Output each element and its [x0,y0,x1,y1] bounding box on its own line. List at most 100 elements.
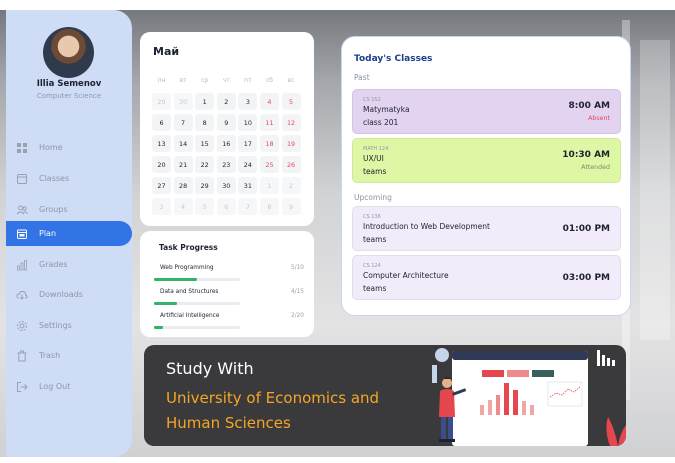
calendar-day[interactable]: 4 [259,93,279,110]
class-code: CS 124 [363,263,381,269]
class-name: Matymatyka [363,105,410,114]
class-room: class 201 [363,118,399,127]
class-name: Introduction to Web Development [363,222,490,231]
calendar-day[interactable]: 13 [152,135,171,152]
task-count: 5/10 [290,265,304,271]
attendance-status: Attended [581,164,610,171]
calendar-month: Май [153,45,180,58]
class-time: 03:00 PM [562,273,610,283]
calendar-week: 6 7 8 9 10 11 12 [152,112,304,133]
gear-icon [16,320,28,332]
logout-icon [16,381,28,393]
sidebar-item-plan[interactable]: Plan [6,221,132,246]
calendar-day[interactable]: 19 [281,135,301,152]
calendar-day[interactable]: 29 [195,177,215,194]
calendar-day[interactable]: 10 [238,114,258,131]
sidebar-item-label: Settings [39,321,72,330]
calendar-day[interactable]: 4 [173,198,193,215]
task-item[interactable]: Web Programming 5/10 [154,265,304,287]
task-item[interactable]: Artificial Intelligence 2/20 [154,313,304,335]
calendar-day[interactable]: 8 [195,114,215,131]
sidebar-item-trash[interactable]: Trash [6,343,132,368]
task-name: Data and Structures [160,289,219,295]
task-progress: Task Progress Web Programming 5/10 Data … [140,231,314,337]
class-time: 01:00 PM [562,224,610,234]
calendar-day[interactable]: 1 [195,93,215,110]
calendar-day[interactable]: 3 [152,198,171,215]
class-card[interactable]: CS 124 Computer Architecture teams 03:00… [352,255,621,300]
sidebar-item-logout[interactable]: Log Out [6,374,132,399]
task-progress-title: Task Progress [159,243,218,252]
calendar-day[interactable]: 12 [281,114,301,131]
calendar-day[interactable]: 25 [259,156,279,173]
calendar-day[interactable]: 30 [216,177,236,194]
calendar-weekday-row: пн вт ср чт пт сб вс [152,70,304,91]
sidebar-item-classes[interactable]: Classes [6,166,132,191]
sidebar-item-downloads[interactable]: Downloads [6,282,132,307]
user-name: Illia Semenov [36,79,102,89]
class-card[interactable]: MATH 124 UX/UI teams 10:30 AM Attended [352,138,621,183]
calendar: Май пн вт ср чт пт сб вс 29 30 1 2 3 4 5… [140,32,314,226]
calendar-day[interactable]: 26 [281,156,301,173]
calendar-day[interactable]: 28 [173,177,193,194]
calendar-day[interactable]: 1 [259,177,279,194]
weekday-label: вт [179,77,187,84]
sidebar-item-grades[interactable]: Grades [6,252,132,277]
calendar-day[interactable]: 2 [216,93,236,110]
calendar-week: 29 30 1 2 3 4 5 [152,91,304,112]
task-progress-fill [154,278,197,281]
calendar-week: 20 21 22 23 24 25 26 [152,154,304,175]
calendar-day[interactable]: 2 [281,177,301,194]
calendar-day[interactable]: 17 [238,135,258,152]
task-progress-bar [154,326,240,329]
calendar-day[interactable]: 30 [173,93,193,110]
calendar-day[interactable]: 9 [281,198,301,215]
book-icon [16,173,28,185]
calendar-day[interactable]: 31 [238,177,258,194]
calendar-day[interactable]: 18 [259,135,279,152]
sidebar-item-label: Trash [39,351,61,360]
calendar-day[interactable]: 7 [238,198,258,215]
todays-classes-title: Today's Classes [354,54,433,64]
calendar-day[interactable]: 15 [195,135,215,152]
task-name: Web Programming [160,265,214,271]
calendar-day[interactable]: 16 [216,135,236,152]
todays-classes: Today's Classes Past CS 152 Matymatyka c… [341,36,631,316]
class-card[interactable]: CS 136 Introduction to Web Development t… [352,206,621,251]
calendar-day[interactable]: 6 [216,198,236,215]
task-progress-fill [154,302,178,305]
sidebar-item-label: Groups [39,205,68,214]
analytics-illustration [432,348,626,446]
calendar-day[interactable]: 23 [216,156,236,173]
users-icon [16,204,28,216]
calendar-day[interactable]: 20 [152,156,171,173]
calendar-day[interactable]: 14 [173,135,193,152]
calendar-day[interactable]: 24 [238,156,258,173]
task-item[interactable]: Data and Structures 4/15 [154,289,304,311]
sidebar-item-home[interactable]: Home [6,135,132,160]
calendar-day[interactable]: 6 [152,114,171,131]
sidebar-item-groups[interactable]: Groups [6,197,132,222]
calendar-day[interactable]: 7 [173,114,193,131]
calendar-day[interactable]: 22 [195,156,215,173]
weekday-label: вс [287,77,295,84]
calendar-day[interactable]: 5 [195,198,215,215]
calendar-day[interactable]: 9 [216,114,236,131]
calendar-day[interactable]: 11 [259,114,279,131]
class-card[interactable]: CS 152 Matymatyka class 201 8:00 AM Abse… [352,89,621,134]
calendar-day[interactable]: 5 [281,93,301,110]
trash-icon [16,350,28,362]
calendar-day[interactable]: 27 [152,177,171,194]
calendar-day[interactable]: 21 [173,156,193,173]
upcoming-section-label: Upcoming [354,193,392,202]
calendar-week: 27 28 29 30 31 1 2 [152,175,304,196]
calendar-day[interactable]: 29 [152,93,171,110]
calendar-day[interactable]: 3 [238,93,258,110]
sidebar-item-settings[interactable]: Settings [6,313,132,338]
calendar-icon [16,228,28,240]
class-time: 10:30 AM [562,150,610,160]
grid-icon [16,142,28,154]
calendar-day[interactable]: 8 [259,198,279,215]
task-count: 2/20 [290,313,304,319]
banner-title: Study With [166,359,254,378]
